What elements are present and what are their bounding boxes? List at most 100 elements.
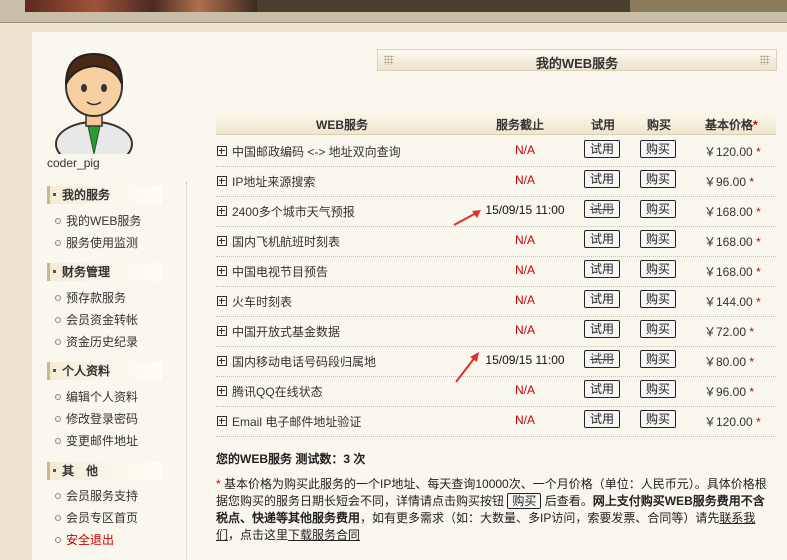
sidebar-item-logout[interactable]: 安全退出 <box>55 533 114 547</box>
sidebar: coder_pig 我的服务 我的WEB服务 服务使用监测 财务管理 预存款服务… <box>32 32 187 560</box>
service-name[interactable]: Email 电子邮件地址验证 <box>232 413 361 430</box>
buy-button[interactable]: 购买 <box>640 200 677 218</box>
bullet-icon <box>55 217 61 224</box>
expand-plus-icon[interactable] <box>217 146 227 156</box>
table-row: 中国邮政编码 <-> 地址双向查询 N/A 试用 购买 ￥120.00 * <box>216 136 776 167</box>
expand-plus-icon[interactable] <box>217 356 227 366</box>
bullet-icon <box>55 437 61 444</box>
sidebar-item-transfer[interactable]: 会员资金转帐 <box>55 313 138 327</box>
service-name[interactable]: 腾讯QQ在线状态 <box>232 383 323 400</box>
trial-button[interactable]: 试用 <box>584 260 621 278</box>
trial-button[interactable]: 试用 <box>584 230 621 248</box>
sidebar-item-home[interactable]: 会员专区首页 <box>55 511 138 525</box>
header-banner-image <box>25 0 257 12</box>
sidebar-item-edit-profile[interactable]: 编辑个人资料 <box>55 390 138 404</box>
trial-button[interactable]: 试用 <box>584 350 621 368</box>
content-panel: coder_pig 我的服务 我的WEB服务 服务使用监测 财务管理 预存款服务… <box>32 32 787 560</box>
buy-button[interactable]: 购买 <box>640 380 677 398</box>
trial-button[interactable]: 试用 <box>584 410 621 428</box>
service-price: ￥72.00 * <box>704 325 755 339</box>
buy-button[interactable]: 购买 <box>640 260 677 278</box>
bullet-icon <box>55 514 61 521</box>
trial-button[interactable]: 试用 <box>584 200 621 218</box>
expand-plus-icon[interactable] <box>217 176 227 186</box>
grip-icon <box>760 55 770 65</box>
page-title-bar: 我的WEB服务 <box>377 49 777 71</box>
service-expiry: N/A <box>514 173 535 187</box>
service-name[interactable]: 2400多个城市天气预报 <box>232 203 355 220</box>
buy-button[interactable]: 购买 <box>640 410 677 428</box>
service-price: ￥144.00 * <box>704 295 761 309</box>
header-price: 基本价格* <box>705 118 758 132</box>
service-name[interactable]: 中国开放式基金数据 <box>232 323 340 340</box>
sidebar-item-usage-monitor[interactable]: 服务使用监测 <box>55 236 138 250</box>
bullet-icon <box>55 316 61 323</box>
header-expiry: 服务截止 <box>496 118 545 132</box>
expand-plus-icon[interactable] <box>217 386 227 396</box>
table-row: 2400多个城市天气预报 15/09/15 11:00 试用 购买 ￥168.00 * <box>216 196 776 227</box>
top-bar <box>0 0 787 23</box>
service-name[interactable]: 国内飞机航班时刻表 <box>232 233 340 250</box>
trial-button[interactable]: 试用 <box>584 170 621 188</box>
buy-button[interactable]: 购买 <box>640 170 677 188</box>
service-expiry: 15/09/15 11:00 <box>485 203 565 217</box>
trial-button[interactable]: 试用 <box>584 380 621 398</box>
bullet-icon <box>55 338 61 345</box>
buy-button[interactable]: 购买 <box>640 320 677 338</box>
table-row: 国内飞机航班时刻表 N/A 试用 购买 ￥168.00 * <box>216 226 776 257</box>
header-banner-right <box>630 0 787 12</box>
download-contract-link[interactable]: 下载服务合同 <box>288 528 360 542</box>
buy-button[interactable]: 购买 <box>640 350 677 368</box>
trial-button[interactable]: 试用 <box>584 320 621 338</box>
trial-button[interactable]: 试用 <box>584 140 621 158</box>
bullet-icon <box>55 492 61 499</box>
service-expiry: N/A <box>514 143 535 157</box>
pricing-note: * 基本价格为购买此服务的一个IP地址、每天查询10000次、一个月价格（单位：… <box>216 477 767 542</box>
annotation-arrow-icon <box>455 352 479 383</box>
expand-plus-icon[interactable] <box>217 296 227 306</box>
service-price: ￥168.00 * <box>704 235 761 249</box>
header-banner-strip <box>257 0 630 12</box>
user-avatar-icon <box>55 52 133 154</box>
service-expiry: 15/09/15 11:00 <box>485 353 565 367</box>
expand-plus-icon[interactable] <box>217 326 227 336</box>
expand-plus-icon[interactable] <box>217 416 227 426</box>
sidebar-item-prepaid[interactable]: 预存款服务 <box>55 291 126 305</box>
service-name[interactable]: 国内移动电话号码段归属地 <box>232 353 376 370</box>
sidebar-item-my-web-services[interactable]: 我的WEB服务 <box>55 214 141 228</box>
test-count-summary: 您的WEB服务 测试数：3 次 <box>216 452 366 466</box>
service-name[interactable]: 中国邮政编码 <-> 地址双向查询 <box>232 143 401 160</box>
table-row: 火车时刻表 N/A 试用 购买 ￥144.00 * <box>216 286 776 317</box>
sidebar-item-change-email[interactable]: 变更邮件地址 <box>55 434 138 448</box>
service-name[interactable]: 中国电视节目预告 <box>232 263 328 280</box>
bullet-icon <box>55 415 61 422</box>
service-name[interactable]: IP地址来源搜索 <box>232 173 315 190</box>
table-header: WEB服务 服务截止 试用 购买 基本价格* <box>216 112 776 135</box>
note-buy-button[interactable]: 购买 <box>507 493 542 509</box>
table-row: IP地址来源搜索 N/A 试用 购买 ￥96.00 * <box>216 166 776 197</box>
header-buy: 购买 <box>647 118 672 132</box>
buy-button[interactable]: 购买 <box>640 140 677 158</box>
header-trial: 试用 <box>591 118 616 132</box>
sidebar-section-profile: 个人资料 <box>47 362 162 380</box>
buy-button[interactable]: 购买 <box>640 230 677 248</box>
annotation-arrow-icon <box>453 210 481 226</box>
bullet-icon <box>55 294 61 301</box>
sidebar-section-services: 我的服务 <box>47 186 162 204</box>
sidebar-item-change-password[interactable]: 修改登录密码 <box>55 412 138 426</box>
service-price: ￥96.00 * <box>704 175 755 189</box>
sidebar-item-support[interactable]: 会员服务支持 <box>55 489 138 503</box>
service-name[interactable]: 火车时刻表 <box>232 293 292 310</box>
buy-button[interactable]: 购买 <box>640 290 677 308</box>
expand-plus-icon[interactable] <box>217 206 227 216</box>
service-expiry: N/A <box>514 413 535 427</box>
expand-plus-icon[interactable] <box>217 266 227 276</box>
trial-button[interactable]: 试用 <box>584 290 621 308</box>
table-row: Email 电子邮件地址验证 N/A 试用 购买 ￥120.00 * <box>216 406 776 437</box>
bullet-icon <box>55 239 61 246</box>
expand-plus-icon[interactable] <box>217 236 227 246</box>
table-row: 中国开放式基金数据 N/A 试用 购买 ￥72.00 * <box>216 316 776 347</box>
sidebar-item-history[interactable]: 资金历史纪录 <box>55 335 138 349</box>
service-price: ￥80.00 * <box>704 355 755 369</box>
table-row: 国内移动电话号码段归属地 15/09/15 11:00 试用 购买 ￥80.00 * <box>216 346 776 377</box>
